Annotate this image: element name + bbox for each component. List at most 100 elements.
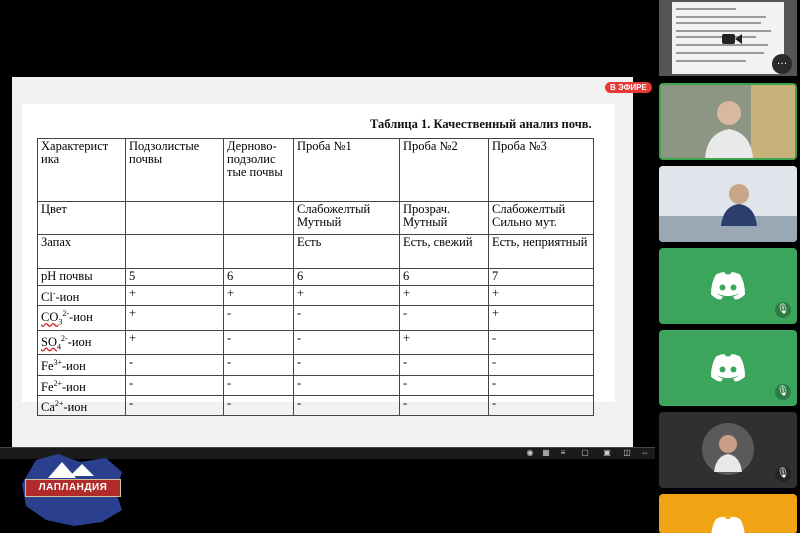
table-cell: 7 [488, 268, 594, 286]
table-cell: + [223, 284, 294, 307]
split-icon[interactable]: ◫ [622, 448, 632, 458]
table-cell: Проба №3 [488, 138, 594, 202]
table-cell: Cl--ион [37, 284, 126, 307]
table-cell: - [293, 374, 400, 396]
table-cell: Запах [37, 234, 126, 269]
table-cell: Проба №2 [399, 138, 489, 202]
table-row: Cl--ион + + + + + [37, 284, 594, 307]
live-badge: В ЭФИРЕ [605, 82, 652, 93]
fullscreen-icon[interactable]: ▢ [580, 448, 590, 458]
table-row: Цвет Слабожелтый Мутный Прозрач. Мутный Сла… [37, 201, 594, 235]
table-row: SO42--ион + - - + - [37, 329, 594, 356]
participant-video-3[interactable]: 🎙 [659, 412, 797, 488]
ion-suffix: -ион [69, 310, 93, 325]
discord-icon [711, 272, 745, 300]
layout-icon[interactable]: ▣ [602, 448, 612, 458]
more-options-icon[interactable]: … [772, 54, 792, 74]
table-cell: - [399, 305, 489, 331]
ion-subscript: 4 [56, 342, 61, 352]
ion-symbol: SO [41, 334, 57, 349]
table-cell: - [293, 354, 400, 376]
table-cell: Характерист ика [37, 138, 126, 202]
ion-suffix: -ион [67, 334, 92, 349]
table-cell: - [488, 329, 594, 356]
table-row: pH почвы 5 6 6 6 7 [37, 268, 594, 286]
table-cell: - [399, 394, 489, 416]
ion-symbol: CO [41, 310, 59, 325]
table-cell: Слабожелтый Мутный [293, 201, 400, 235]
table-cell: - [293, 305, 400, 331]
table-cell: - [399, 374, 489, 396]
ion-suffix: -ион [62, 379, 86, 394]
table-cell: Есть, свежий [399, 234, 489, 269]
table-cell: - [399, 354, 489, 376]
table-cell: - [488, 394, 594, 416]
table-cell: 6 [399, 268, 489, 286]
table-cell: + [488, 284, 594, 307]
table-cell: - [125, 394, 224, 416]
table-cell: Дерново-подзолис тые почвы [223, 138, 294, 202]
table-cell: Цвет [37, 201, 126, 235]
table-cell: Fe2+-ион [37, 374, 126, 396]
mic-off-icon: 🎙 [775, 384, 791, 400]
table-cell: + [125, 329, 224, 356]
table-row: Fe3+-ион - - - - - [37, 354, 594, 376]
ion-symbol: Fe [41, 379, 54, 394]
expand-icon[interactable]: ⇔ [640, 448, 650, 458]
ion-superscript: 3+ [53, 358, 63, 368]
table-cell: Проба №1 [293, 138, 400, 202]
grid-icon[interactable]: ▦ [541, 448, 551, 458]
mic-off-icon: 🎙 [775, 302, 791, 318]
ion-superscript: 2+ [53, 378, 63, 388]
discord-icon [711, 516, 745, 533]
ion-suffix: -ион [62, 359, 86, 374]
table-row: Характерист ика Подзолистые почвы Дерново-… [37, 138, 594, 202]
table-row: Ca2+-ион - - - - - [37, 394, 594, 416]
ion-superscript: 2- [60, 333, 68, 343]
table-cell: - [223, 329, 294, 356]
participant-video-2[interactable] [659, 166, 797, 242]
mic-off-icon: 🎙 [775, 466, 791, 482]
table-cell: + [125, 284, 224, 307]
participant-avatar-2 [659, 166, 797, 242]
table-cell: - [223, 354, 294, 376]
table-cell: Подзолистые почвы [125, 138, 224, 202]
soil-analysis-table: Характерист ика Подзолистые почвы Дерново-… [37, 138, 594, 416]
ion-symbol: Fe [41, 359, 54, 374]
table-cell: pH почвы [37, 268, 126, 286]
logo-text: ЛАПЛАНДИЯ [25, 479, 121, 497]
list-icon[interactable]: ≡ [558, 448, 568, 458]
participant-discord-2[interactable]: 🎙 [659, 330, 797, 406]
table-cell: 5 [125, 268, 224, 286]
ion-symbol: Cl [41, 290, 53, 305]
record-icon[interactable]: ◉ [525, 448, 535, 458]
table-cell: + [125, 305, 224, 331]
table-cell [125, 234, 224, 269]
table-row: Запах Есть Есть, свежий Есть, неприятный [37, 234, 594, 269]
ion-symbol: Ca [41, 399, 55, 414]
table-cell: - [223, 394, 294, 416]
table-row: Fe2+-ион - - - - - [37, 374, 594, 396]
table-cell: + [293, 284, 400, 307]
table-cell [125, 201, 224, 235]
ion-suffix: -ион [63, 399, 88, 414]
table-cell: 6 [293, 268, 400, 286]
screen-share-tile[interactable]: … [659, 0, 797, 76]
table-cell: 6 [223, 268, 294, 286]
table-cell: - [125, 354, 224, 376]
table-cell: - [293, 329, 400, 356]
table-cell: - [488, 354, 594, 376]
table-cell: + [488, 305, 594, 331]
table-cell: + [399, 329, 489, 356]
table-cell: Есть [293, 234, 400, 269]
participant-video-1[interactable] [659, 83, 797, 160]
participant-discord-3[interactable] [659, 494, 797, 533]
participant-avatar-1 [661, 85, 795, 158]
slide-title: Таблица 1. Качественный анализ почв. [370, 117, 592, 131]
table-cell: Fe3+-ион [37, 354, 126, 376]
table-cell [223, 201, 294, 235]
table-cell: Прозрач. Мутный [399, 201, 489, 235]
participant-discord-1[interactable]: 🎙 [659, 248, 797, 324]
table-cell: Есть, неприятный [488, 234, 594, 269]
ion-subscript: 3 [58, 317, 63, 327]
